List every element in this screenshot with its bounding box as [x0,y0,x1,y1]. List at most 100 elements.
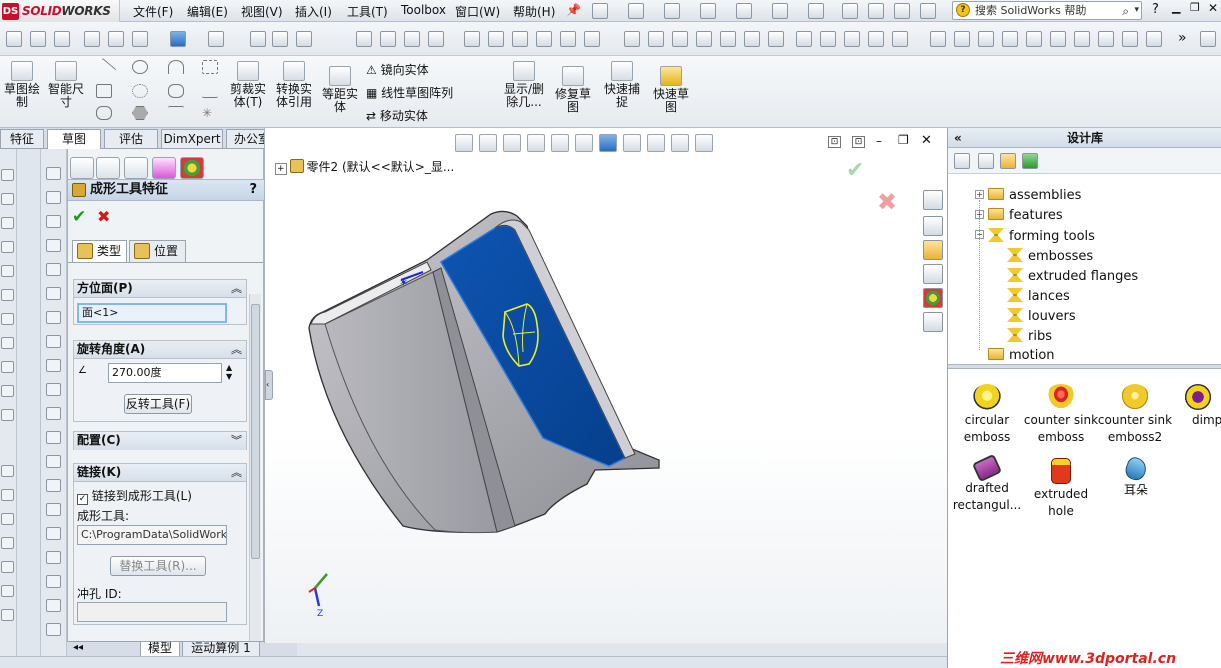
redo-icon[interactable] [772,3,788,19]
mirror-entities-button[interactable]: ⚠ 镜向实体 [366,61,429,78]
line-icon[interactable] [93,57,117,81]
sketch-button[interactable]: 草图绘 制 [2,61,42,109]
slot-icon[interactable] [96,106,112,120]
menu-toolbox[interactable]: Toolbox [401,3,446,17]
repair-sketch-button[interactable]: 修复草 图 [552,66,594,114]
link-checkbox[interactable]: ✓ 链接到成形工具(L) [77,487,192,505]
feature-tool-11-icon[interactable] [868,31,884,47]
tool-icon[interactable] [46,551,61,564]
tree-item-embosses[interactable]: embosses [1007,248,1093,265]
tool-icon[interactable] [46,239,61,252]
tree-item-lances[interactable]: lances [1007,288,1070,305]
zoom-area-icon[interactable] [30,31,46,47]
more-icon[interactable]: » [1178,30,1187,46]
tool-icon[interactable] [1,289,14,301]
group-header[interactable]: 链接(K) ︽ [74,464,246,482]
sketch-tool-2-icon[interactable] [380,31,396,47]
new-file-icon[interactable] [592,3,608,19]
feature-tool-4-icon[interactable] [696,31,712,47]
sketch-tool-9-icon[interactable] [560,31,576,47]
library-item-ear[interactable]: 耳朵 [1098,455,1174,499]
dimxpert-icon[interactable] [152,157,176,179]
search-input[interactable]: 搜索 SolidWorks 帮助 [975,4,1086,17]
feature-tool-8-icon[interactable] [796,31,812,47]
tree-item-extruded-flanges[interactable]: extruded flanges [1007,268,1138,285]
tab-dimxpert[interactable]: DimXpert [161,129,223,148]
ellipse-icon[interactable] [168,84,184,98]
tab-sketch[interactable]: 草图 [47,129,101,149]
display-delete-relations-button[interactable]: 显示/删 除几... [500,61,548,109]
collapse-pane-icon[interactable]: « [954,128,962,148]
scroll-left-icon[interactable]: ◂◂ [73,642,83,653]
display-style-icon[interactable] [170,31,186,47]
circle-icon[interactable] [132,60,148,74]
dynamic-annotation-icon[interactable] [108,31,124,47]
construction-icon[interactable] [202,60,218,74]
sketch-tool-3-icon[interactable] [404,31,420,47]
tool-icon[interactable] [1,537,14,549]
options-icon[interactable] [894,3,910,19]
linear-pattern-button[interactable]: ▦ 线性草图阵列 [366,84,453,101]
tool-icon[interactable] [46,215,61,228]
toolbar-end-icon[interactable] [1200,31,1216,47]
feature-tool-7-icon[interactable] [768,31,784,47]
view-palette-icon[interactable] [923,264,943,284]
tool-icon[interactable] [1,489,14,501]
home-icon[interactable] [923,190,943,210]
select-icon[interactable] [808,3,824,19]
new-folder-icon[interactable] [1000,153,1016,169]
pin-icon[interactable]: 📌 [566,3,581,17]
question-icon[interactable]: ? [1152,2,1159,17]
group-header[interactable]: 旋转角度(A) ︽ [74,341,246,359]
tab-features[interactable]: 特征 [0,129,44,148]
tool-icon[interactable] [1,561,14,573]
tool-icon[interactable] [1,409,14,421]
tree-item-ribs[interactable]: ribs [1007,328,1052,345]
menu-window[interactable]: 窗口(W) [455,3,500,20]
smart-dimension-button[interactable]: 智能尺 寸 [44,61,88,109]
spell-check-icon[interactable] [930,31,946,47]
library-item-extruded-hole[interactable]: extruded hole [1022,458,1100,520]
table-icon[interactable] [978,31,994,47]
feature-tool-3-icon[interactable] [672,31,688,47]
tool-icon[interactable] [46,359,61,372]
custom-properties-icon[interactable] [923,312,943,332]
restore-icon[interactable]: ❐ [1190,1,1200,14]
fillet-icon[interactable] [168,106,184,120]
tab-position[interactable]: 位置 [129,240,186,262]
sum-icon[interactable] [1122,31,1138,47]
convert-entities-button[interactable]: 转换实 体引用 [272,61,316,109]
tool-icon[interactable] [46,455,61,468]
spin-buttons-icon[interactable]: ▲ ▼ [226,363,232,381]
tool-icon[interactable] [46,287,61,300]
quick-snaps-button[interactable]: 快速捕 捉 [600,61,644,109]
close-icon[interactable]: ✕ [1208,1,1218,15]
menu-help[interactable]: 帮助(H) [513,3,555,20]
library-item-circular-emboss[interactable]: circular emboss [948,384,1026,446]
pane-splitter[interactable] [948,364,1221,369]
file-properties-icon[interactable] [868,3,884,19]
offset-entities-button[interactable]: 等距实 体 [320,66,360,114]
tab-type[interactable]: 类型 [72,240,127,262]
feature-tool-1-icon[interactable] [624,31,640,47]
tool-icon[interactable] [1,465,14,477]
search-icon[interactable]: ⌕ [1122,3,1129,20]
tool-icon[interactable] [46,407,61,420]
rapid-sketch-button[interactable]: 快速草 图 [648,66,694,114]
trim-button[interactable]: 剪裁实 体(T) [228,61,268,109]
replace-tool-button[interactable]: 替换工具(R)... [110,556,206,576]
cancel-x-icon[interactable]: ✖ [97,207,110,226]
library-item-counter-sink-emboss[interactable]: counter sink emboss [1022,384,1100,446]
flip-tool-button[interactable]: 反转工具(F) [124,394,192,414]
tool-icon[interactable] [46,191,61,204]
tool-icon[interactable] [46,527,61,540]
tool-icon[interactable] [1,361,14,373]
evaluate-icon[interactable] [1074,31,1090,47]
refresh-icon[interactable] [1022,153,1038,169]
save-icon[interactable] [664,3,680,19]
tool-icon[interactable] [46,623,61,636]
measure-icon[interactable] [1146,31,1162,47]
feature-tool-2-icon[interactable] [648,31,664,47]
customize-icon[interactable] [920,3,936,19]
gauge-icon[interactable] [1026,31,1042,47]
